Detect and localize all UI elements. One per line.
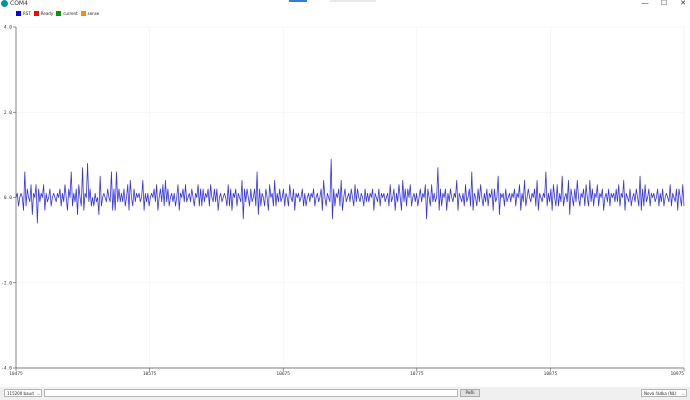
- line-ending-value: Nová řádka (NL): [644, 391, 677, 396]
- serial-plotter-chart: 4.0 2.0 0.0 -2.0 -4.010475 10575 10675 10775 108…: [1, 25, 685, 378]
- send-input[interactable]: [44, 389, 458, 397]
- label-layer: 4.0 2.0 0.0 -2.0 -4.010475 10575 10675 10775 108…: [1, 25, 684, 378]
- baud-rate-select[interactable]: 115200 baud ⌵: [4, 389, 42, 397]
- y-tick-label: 4.0: [4, 25, 12, 31]
- y-tick-label: -4.0: [1, 366, 12, 372]
- x-tick-label: 10475: [9, 371, 23, 377]
- line-ending-select[interactable]: Nová řádka (NL) ⌵: [641, 389, 687, 397]
- x-tick-label: 10975: [670, 371, 684, 377]
- x-tick-label: 10675: [276, 371, 290, 377]
- chevron-down-icon-2: ⌵: [681, 391, 685, 396]
- x-tick-label: 10775: [410, 371, 424, 377]
- x-tick-label: 10575: [143, 371, 157, 377]
- series-line-rst: [15, 158, 685, 224]
- bottom-toolbar: 115200 baud ⌵ Pošli Nová řádka (NL) ⌵: [0, 387, 690, 400]
- send-button[interactable]: Pošli: [460, 389, 480, 397]
- chevron-down-icon: ⌵: [36, 391, 40, 396]
- series-layer: [15, 158, 685, 224]
- x-tick-label: 10875: [544, 371, 558, 377]
- y-tick-label: 0.0: [4, 195, 12, 201]
- y-tick-label: -2.0: [1, 280, 12, 286]
- baud-rate-value: 115200 baud: [7, 391, 34, 396]
- y-tick-label: 2.0: [4, 110, 12, 116]
